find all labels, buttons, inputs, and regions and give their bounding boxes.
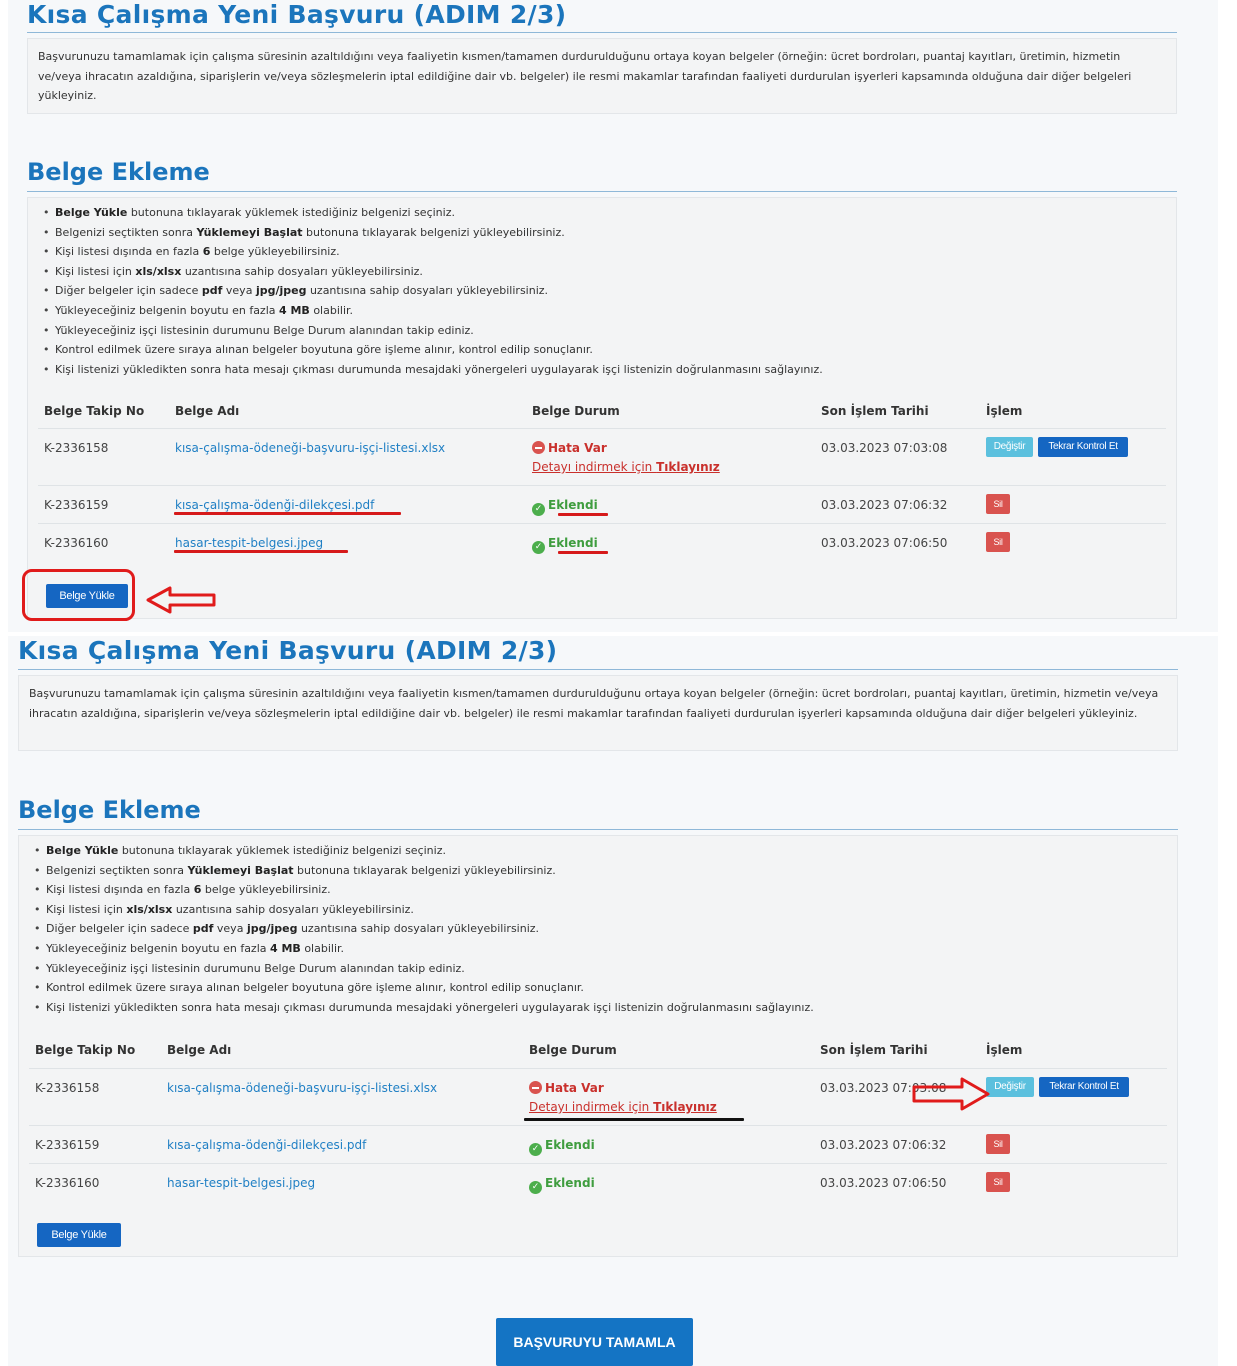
intro-box: Başvurunuzu tamamlamak için çalışma süre…	[27, 38, 1177, 114]
right-arrow-icon	[912, 1077, 990, 1111]
col-header-tracking-no: Belge Takip No	[35, 1043, 136, 1057]
recheck-button[interactable]: Tekrar Kontrol Et	[1039, 1077, 1129, 1097]
col-header-action: İşlem	[986, 1043, 1023, 1057]
col-header-document-name: Belge Adı	[175, 404, 240, 418]
delete-button[interactable]: Sil	[986, 1134, 1010, 1154]
table-row: K-2336160 hasar-tespit-belgesi.jpeg ✓ Ekl…	[29, 1163, 1167, 1201]
intro-text: Başvurunuzu tamamlamak için çalışma süre…	[29, 687, 1159, 720]
check-icon: ✓	[532, 541, 545, 554]
recheck-button[interactable]: Tekrar Kontrol Et	[1038, 437, 1128, 457]
upload-section: Belge Yükle butonuna tıklayarak yüklemek…	[27, 197, 1177, 619]
table-row: K-2336158 kısa-çalışma-ödeneği-başvuru-i…	[38, 428, 1166, 485]
section-title: Belge Ekleme	[18, 796, 201, 824]
intro-box: Başvurunuzu tamamlamak için çalışma süre…	[18, 675, 1178, 751]
table-row: K-2336159 kısa-çalışma-ödenği-dilekçesi.…	[38, 485, 1166, 523]
annotation-highlight-box	[22, 569, 135, 621]
page-title: Kısa Çalışma Yeni Başvuru (ADIM 2/3)	[18, 636, 558, 665]
col-header-document-status: Belge Durum	[529, 1043, 617, 1057]
check-icon: ✓	[529, 1143, 542, 1156]
tracking-no: K-2336160	[44, 536, 109, 550]
download-detail-link[interactable]: Detayı indirmek için Tıklayınız	[529, 1100, 717, 1114]
annotation-underline	[174, 512, 401, 515]
section-divider	[18, 829, 1178, 830]
rule-item: Kişi listenizi yükledikten sonra hata me…	[34, 998, 1177, 1018]
error-icon	[532, 441, 545, 454]
rule-item: Kişi listenizi yükledikten sonra hata me…	[43, 360, 1176, 380]
check-icon: ✓	[529, 1181, 542, 1194]
rule-item: Belge Yükle butonuna tıklayarak yüklemek…	[34, 841, 1177, 861]
table-row: K-2336160 hasar-tespit-belgesi.jpeg ✓ Ekl…	[38, 523, 1166, 561]
rule-item: Yükleyeceğiniz işçi listesinin durumunu …	[34, 959, 1177, 979]
rules-list: Belge Yükle butonuna tıklayarak yüklemek…	[19, 836, 1177, 1017]
section-title: Belge Ekleme	[27, 158, 210, 186]
rule-item: Yükleyeceğiniz belgenin boyutu en fazla …	[34, 939, 1177, 959]
status-badge: ✓ Eklendi	[529, 1176, 595, 1194]
status-badge: Hata Var	[529, 1081, 604, 1095]
rule-item: Kontrol edilmek üzere sıraya alınan belg…	[34, 978, 1177, 998]
page-title: Kısa Çalışma Yeni Başvuru (ADIM 2/3)	[27, 0, 567, 29]
document-link[interactable]: hasar-tespit-belgesi.jpeg	[167, 1176, 315, 1190]
screenshot-panel-1: Kısa Çalışma Yeni Başvuru (ADIM 2/3) Baş…	[8, 0, 1218, 632]
tracking-no: K-2336159	[44, 498, 109, 512]
status-badge: ✓ Eklendi	[529, 1138, 595, 1156]
download-detail-link[interactable]: Detayı indirmek için Tıklayınız	[532, 460, 720, 474]
complete-application-button[interactable]: BAŞVURUYU TAMAMLA	[496, 1318, 693, 1366]
annotation-underline	[558, 551, 608, 554]
tracking-no: K-2336158	[44, 441, 109, 455]
last-action-date: 03.03.2023 07:03:08	[821, 441, 948, 455]
tracking-no: K-2336158	[35, 1081, 100, 1095]
intro-text: Başvurunuzu tamamlamak için çalışma süre…	[38, 50, 1132, 103]
rule-item: Diğer belgeler için sadece pdf veya jpg/…	[34, 919, 1177, 939]
table-row: K-2336158 kısa-çalışma-ödeneği-başvuru-i…	[29, 1068, 1167, 1125]
rule-item: Kişi listesi için xls/xlsx uzantısına sa…	[34, 900, 1177, 920]
change-button[interactable]: Değiştir	[986, 437, 1033, 457]
upload-section: Belge Yükle butonuna tıklayarak yüklemek…	[18, 835, 1178, 1257]
rule-item: Kişi listesi için xls/xlsx uzantısına sa…	[43, 262, 1176, 282]
document-link[interactable]: kısa-çalışma-ödeneği-başvuru-işçi-listes…	[167, 1081, 437, 1095]
upload-button[interactable]: Belge Yükle	[37, 1223, 121, 1247]
rule-item: Diğer belgeler için sadece pdf veya jpg/…	[43, 281, 1176, 301]
rule-item: Kişi listesi dışında en fazla 6 belge yü…	[43, 242, 1176, 262]
rules-list: Belge Yükle butonuna tıklayarak yüklemek…	[28, 198, 1176, 379]
annotation-underline	[174, 550, 348, 553]
delete-button[interactable]: Sil	[986, 494, 1010, 514]
rule-item: Belgenizi seçtikten sonra Yüklemeyi Başl…	[34, 861, 1177, 881]
document-link[interactable]: kısa-çalışma-ödenği-dilekçesi.pdf	[175, 498, 374, 512]
tracking-no: K-2336159	[35, 1138, 100, 1152]
title-divider	[27, 32, 1177, 33]
col-header-last-action-date: Son İşlem Tarihi	[821, 404, 929, 418]
title-divider	[18, 669, 1178, 670]
col-header-document-status: Belge Durum	[532, 404, 620, 418]
document-link[interactable]: hasar-tespit-belgesi.jpeg	[175, 536, 323, 550]
section-divider	[27, 191, 1177, 192]
rule-item: Yükleyeceğiniz işçi listesinin durumunu …	[43, 321, 1176, 341]
error-icon	[529, 1081, 542, 1094]
col-header-last-action-date: Son İşlem Tarihi	[820, 1043, 928, 1057]
tracking-no: K-2336160	[35, 1176, 100, 1190]
annotation-underline	[558, 513, 608, 516]
last-action-date: 03.03.2023 07:06:50	[820, 1176, 947, 1190]
col-header-document-name: Belge Adı	[167, 1043, 232, 1057]
rule-item: Yükleyeceğiniz belgenin boyutu en fazla …	[43, 301, 1176, 321]
delete-button[interactable]: Sil	[986, 1172, 1010, 1192]
col-header-tracking-no: Belge Takip No	[44, 404, 145, 418]
document-link[interactable]: kısa-çalışma-ödenği-dilekçesi.pdf	[167, 1138, 366, 1152]
change-button[interactable]: Değiştir	[986, 1077, 1034, 1097]
annotation-underline	[524, 1118, 744, 1121]
status-badge: Hata Var	[532, 441, 607, 455]
last-action-date: 03.03.2023 07:06:32	[820, 1138, 947, 1152]
last-action-date: 03.03.2023 07:06:32	[821, 498, 948, 512]
delete-button[interactable]: Sil	[986, 532, 1010, 552]
table-row: K-2336159 kısa-çalışma-ödenği-dilekçesi.…	[29, 1125, 1167, 1163]
document-link[interactable]: kısa-çalışma-ödeneği-başvuru-işçi-listes…	[175, 441, 445, 455]
rule-item: Belgenizi seçtikten sonra Yüklemeyi Başl…	[43, 223, 1176, 243]
col-header-action: İşlem	[986, 404, 1023, 418]
check-icon: ✓	[532, 503, 545, 516]
rule-item: Kişi listesi dışında en fazla 6 belge yü…	[34, 880, 1177, 900]
screenshot-panel-2: Kısa Çalışma Yeni Başvuru (ADIM 2/3) Baş…	[8, 636, 1218, 1366]
rule-item: Kontrol edilmek üzere sıraya alınan belg…	[43, 340, 1176, 360]
last-action-date: 03.03.2023 07:06:50	[821, 536, 948, 550]
left-arrow-icon	[146, 586, 216, 614]
rule-item: Belge Yükle butonuna tıklayarak yüklemek…	[43, 203, 1176, 223]
